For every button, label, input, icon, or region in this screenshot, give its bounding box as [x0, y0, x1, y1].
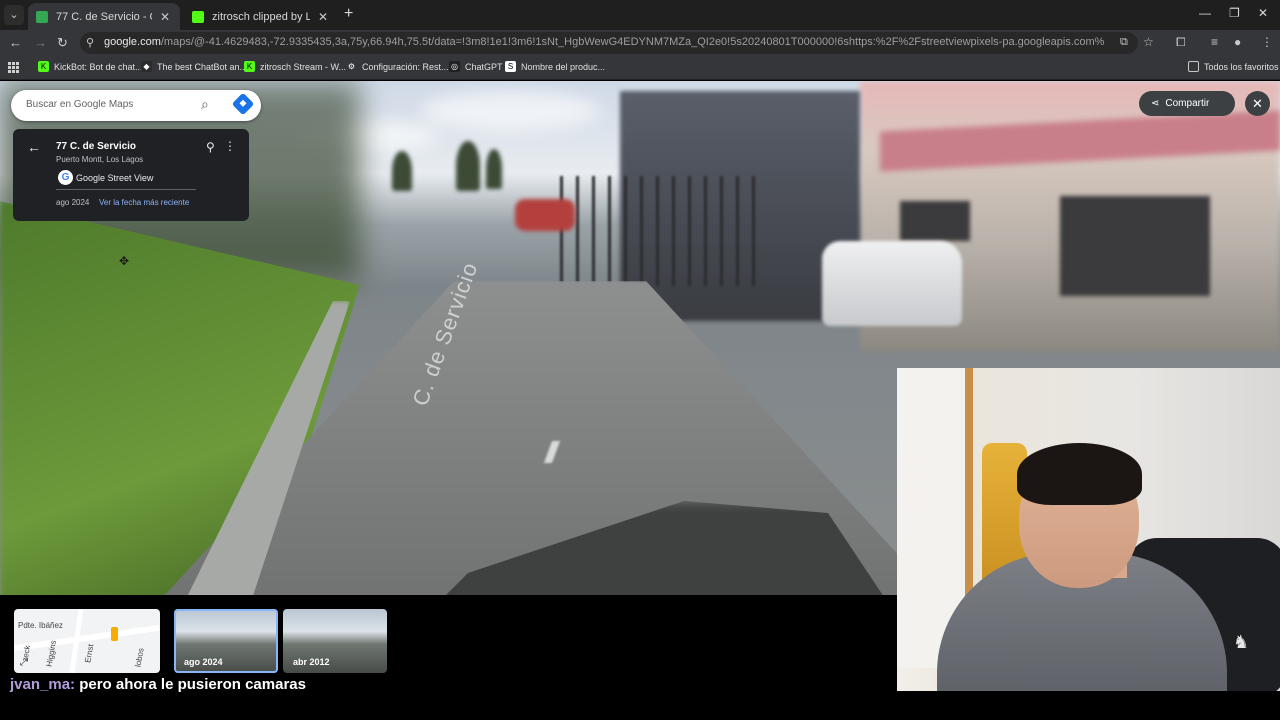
chatgpt-icon: ◎	[449, 61, 460, 72]
maximize-icon[interactable]: ❐	[1229, 6, 1240, 20]
google-maps-favicon-icon	[36, 10, 48, 23]
all-bookmarks[interactable]: Todos los favoritos	[1188, 61, 1279, 72]
map-street-label: lobos	[133, 647, 146, 668]
address-bar[interactable]: ⚲ google.com/maps/@-41.4629483,-72.93354…	[80, 32, 1138, 54]
move-cursor-icon: ✥	[119, 254, 130, 268]
thumbnail-date: abr 2012	[293, 657, 330, 667]
tab-title: 77 C. de Servicio - Google Maps	[56, 10, 152, 23]
back-icon[interactable]: ←	[9, 35, 22, 50]
tab-close-icon[interactable]: ✕	[318, 10, 328, 24]
forward-icon[interactable]: →	[34, 35, 47, 50]
tab-strip: ⌄ 77 C. de Servicio - Google Maps ✕ zitr…	[0, 0, 1280, 30]
directions-icon[interactable]	[231, 92, 255, 116]
site-info-icon[interactable]: ⚲	[86, 36, 94, 49]
tab-clip[interactable]: zitrosch clipped by LilGamaKing ✕	[184, 3, 338, 30]
bookmark-item[interactable]: S Nombre del produc...	[505, 61, 605, 72]
place-info-card: ← 77 C. de Servicio Puerto Montt, Los La…	[13, 129, 249, 221]
chat-username: jvan_ma:	[10, 676, 76, 693]
search-placeholder: Buscar en Google Maps	[26, 99, 134, 110]
tree	[486, 149, 502, 189]
divider	[56, 189, 196, 190]
s-icon: S	[505, 61, 516, 72]
kick-favicon-icon	[192, 10, 204, 23]
google-logo-icon: G	[58, 170, 73, 185]
extensions-icon[interactable]: ⧠	[1176, 35, 1186, 50]
tab-search-icon[interactable]: ⌄	[4, 5, 24, 25]
bookmark-item[interactable]: ◎ ChatGPT	[449, 61, 503, 72]
browser-window: ⌄ 77 C. de Servicio - Google Maps ✕ zitr…	[0, 0, 1280, 720]
fence	[560, 176, 760, 286]
close-street-view-icon[interactable]: ✕	[1245, 91, 1270, 116]
chat-message: jvan_ma: pero ahora le pusieron camaras	[10, 676, 306, 693]
chatbot-icon: ◆	[141, 61, 152, 72]
red-car	[515, 199, 575, 231]
maps-search-box[interactable]: Buscar en Google Maps ⌕	[11, 90, 261, 121]
house-window	[900, 201, 970, 241]
bookmark-item[interactable]: K KickBot: Bot de chat...	[38, 61, 143, 72]
location-pin-icon[interactable]: ⚲	[206, 140, 215, 154]
white-car	[822, 241, 962, 326]
menu-icon[interactable]: ⋮	[1261, 35, 1273, 49]
browser-toolbar: ← → ↻ ⚲ google.com/maps/@-41.4629483,-72…	[0, 30, 1280, 56]
search-icon[interactable]: ⌕	[201, 96, 209, 113]
kick-icon: K	[38, 61, 49, 72]
map-street-label: Ernst	[83, 643, 96, 664]
share-icon: ⋖	[1151, 98, 1160, 109]
house-window	[1060, 196, 1210, 296]
latest-date-link[interactable]: Ver la fecha más reciente	[99, 198, 189, 207]
back-arrow-icon[interactable]: ←	[27, 139, 41, 155]
pegman-marker-icon	[111, 627, 118, 641]
person-hair	[1017, 443, 1142, 505]
capture-date: ago 2024	[56, 198, 90, 207]
map-street-label: Pdte. Ibáñez	[18, 621, 63, 630]
share-label: Compartir	[1165, 98, 1210, 109]
kick-icon: K	[244, 61, 255, 72]
stream-logo-icon: ♞	[1233, 632, 1250, 652]
reload-icon[interactable]: ↻	[57, 35, 68, 51]
tab-close-icon[interactable]: ✕	[160, 10, 170, 24]
apps-grid-icon[interactable]	[8, 62, 19, 73]
expand-icon[interactable]: ⤢	[20, 657, 28, 668]
url-text[interactable]: google.com/maps/@-41.4629483,-72.9335435…	[104, 36, 1104, 48]
more-options-icon[interactable]: ⋮	[224, 139, 236, 153]
close-window-icon[interactable]: ✕	[1258, 6, 1268, 20]
tab-title: zitrosch clipped by LilGamaKing	[212, 10, 310, 23]
folder-icon	[1188, 61, 1199, 72]
timeline-strip: Pdte. Ibáñez Higgins Ernst lobos zeck ⤢ …	[0, 595, 897, 675]
place-title: 77 C. de Servicio	[56, 141, 137, 152]
open-in-app-icon[interactable]: ⧉	[1120, 36, 1128, 49]
tab-google-maps[interactable]: 77 C. de Servicio - Google Maps ✕	[28, 3, 180, 30]
bookmarks-bar: K KickBot: Bot de chat... ◆ The best ChatB…	[0, 56, 1280, 80]
source-label: Google Street View	[76, 173, 154, 183]
minimap-thumbnail[interactable]: Pdte. Ibáñez Higgins Ernst lobos zeck ⤢	[14, 609, 160, 673]
cloud	[420, 91, 600, 131]
place-subtitle: Puerto Montt, Los Lagos	[56, 155, 144, 164]
share-button[interactable]: ⋖ Compartir	[1139, 91, 1235, 116]
profile-avatar-icon[interactable]: ●	[1234, 35, 1241, 49]
bookmark-item[interactable]: ⚙ Configuración: Rest...	[346, 61, 449, 72]
timeline-thumbnail[interactable]: ago 2024	[174, 609, 278, 673]
tree	[392, 151, 412, 191]
thumbnail-date: ago 2024	[184, 657, 223, 667]
bookmark-item[interactable]: ◆ The best ChatBot an...	[141, 61, 247, 72]
media-control-icon[interactable]: ≡	[1211, 35, 1218, 49]
timeline-thumbnail[interactable]: abr 2012	[283, 609, 387, 673]
webcam-overlay: ♞	[897, 368, 1280, 691]
bookmark-star-icon[interactable]: ☆	[1143, 35, 1154, 49]
minimize-icon[interactable]: —	[1199, 6, 1211, 20]
bookmark-item[interactable]: Kzitrosch Stream - W...	[244, 61, 346, 72]
chat-text: pero ahora le pusieron camaras	[79, 676, 306, 693]
gear-icon: ⚙	[346, 61, 357, 72]
tree	[456, 141, 480, 191]
new-tab-button[interactable]: +	[344, 5, 353, 23]
